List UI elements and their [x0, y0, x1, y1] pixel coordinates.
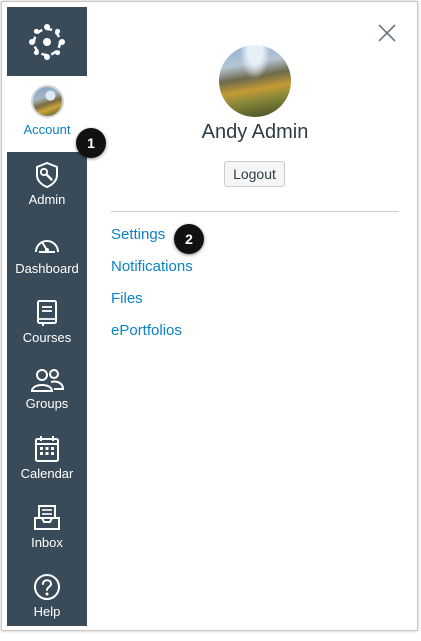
user-name: Andy Admin: [201, 121, 309, 143]
nav-item-account[interactable]: Account: [7, 76, 87, 152]
nav-item-calendar-label: Calendar: [20, 466, 74, 481]
global-navigation: Account Admin Dashboard Courses Groups C…: [7, 7, 87, 626]
settings-link[interactable]: Settings: [111, 226, 165, 243]
nav-list: Admin Dashboard Courses Groups Calendar …: [7, 152, 87, 626]
divider: [111, 211, 399, 212]
speedometer-icon: [35, 240, 59, 253]
nav-item-admin[interactable]: Admin: [7, 161, 87, 229]
nav-item-courses-label: Courses: [22, 330, 72, 345]
canvas-logo-icon: [29, 23, 65, 60]
nav-item-calendar[interactable]: Calendar: [7, 435, 87, 503]
nav-item-groups[interactable]: Groups: [7, 367, 87, 435]
callout-badge-2: 2: [174, 224, 204, 254]
nav-item-dashboard[interactable]: Dashboard: [7, 232, 87, 300]
files-link[interactable]: Files: [111, 290, 143, 307]
logout-button[interactable]: Logout: [224, 161, 285, 187]
nav-item-help[interactable]: Help: [7, 573, 87, 641]
people-icon: [30, 369, 64, 392]
calendar-icon: [35, 436, 59, 462]
nav-item-help-label: Help: [33, 604, 61, 619]
nav-item-inbox[interactable]: Inbox: [7, 504, 87, 572]
nav-item-admin-label: Admin: [28, 192, 66, 207]
nav-item-dashboard-label: Dashboard: [15, 261, 79, 276]
nav-item-groups-label: Groups: [25, 396, 69, 411]
question-circle-icon: [34, 574, 60, 600]
close-icon[interactable]: [377, 23, 397, 43]
notifications-link[interactable]: Notifications: [111, 258, 193, 275]
nav-item-courses[interactable]: Courses: [7, 299, 87, 367]
canvas-logo-button[interactable]: [7, 7, 87, 76]
eportfolios-link[interactable]: ePortfolios: [111, 322, 182, 339]
callout-badge-1: 1: [76, 128, 106, 158]
user-avatar: [219, 45, 291, 117]
book-icon: [37, 300, 57, 326]
nav-item-inbox-label: Inbox: [31, 535, 63, 550]
nav-item-account-label: Account: [23, 122, 71, 137]
account-avatar: [30, 85, 64, 118]
shield-wrench-icon: [36, 161, 58, 189]
inbox-icon: [34, 505, 60, 530]
